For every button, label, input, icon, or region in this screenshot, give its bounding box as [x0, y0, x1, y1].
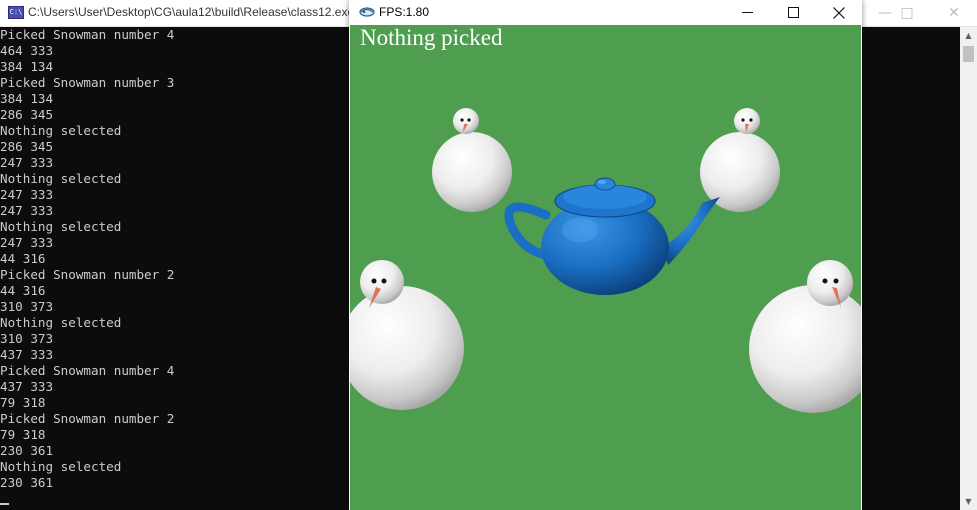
gl-window-title: FPS:1.80 [379, 5, 430, 19]
console-cursor [0, 503, 9, 505]
gl-maximize-button[interactable] [770, 0, 816, 25]
snowman-bottom-right[interactable] [749, 260, 861, 413]
snowman-top-right[interactable] [700, 108, 780, 212]
scroll-up-arrow-icon[interactable]: ▲ [960, 27, 977, 44]
console-app-icon: C:\ [8, 6, 24, 19]
maximize-icon [787, 7, 799, 18]
gl-minimize-button[interactable] [724, 0, 770, 25]
close-icon [833, 6, 845, 19]
teapot[interactable] [504, 177, 720, 295]
gl-window[interactable]: FPS:1.80 Nothing picked [349, 0, 862, 510]
snowman-top-left[interactable] [432, 108, 512, 212]
gl-close-button[interactable] [816, 0, 862, 25]
console-maximize-button[interactable]: □ [884, 0, 930, 26]
minimize-icon [741, 12, 753, 13]
close-icon: ✕ [948, 5, 960, 21]
gl-canvas[interactable]: Nothing picked [350, 25, 861, 510]
glut-app-icon [359, 7, 375, 17]
console-close-button[interactable]: ✕ [931, 0, 977, 26]
maximize-icon: □ [900, 5, 914, 21]
console-title: C:\Users\User\Desktop\CG\aula12\build\Re… [28, 5, 355, 19]
scroll-thumb[interactable] [963, 46, 974, 62]
pick-status-text: Nothing picked [360, 25, 503, 50]
snowman-bottom-left[interactable] [350, 260, 464, 410]
gl-title-bar[interactable]: FPS:1.80 [349, 0, 862, 25]
scene [350, 108, 861, 413]
scroll-down-arrow-icon[interactable]: ▼ [960, 493, 977, 510]
console-scrollbar[interactable]: ▲ ▼ [960, 27, 977, 510]
